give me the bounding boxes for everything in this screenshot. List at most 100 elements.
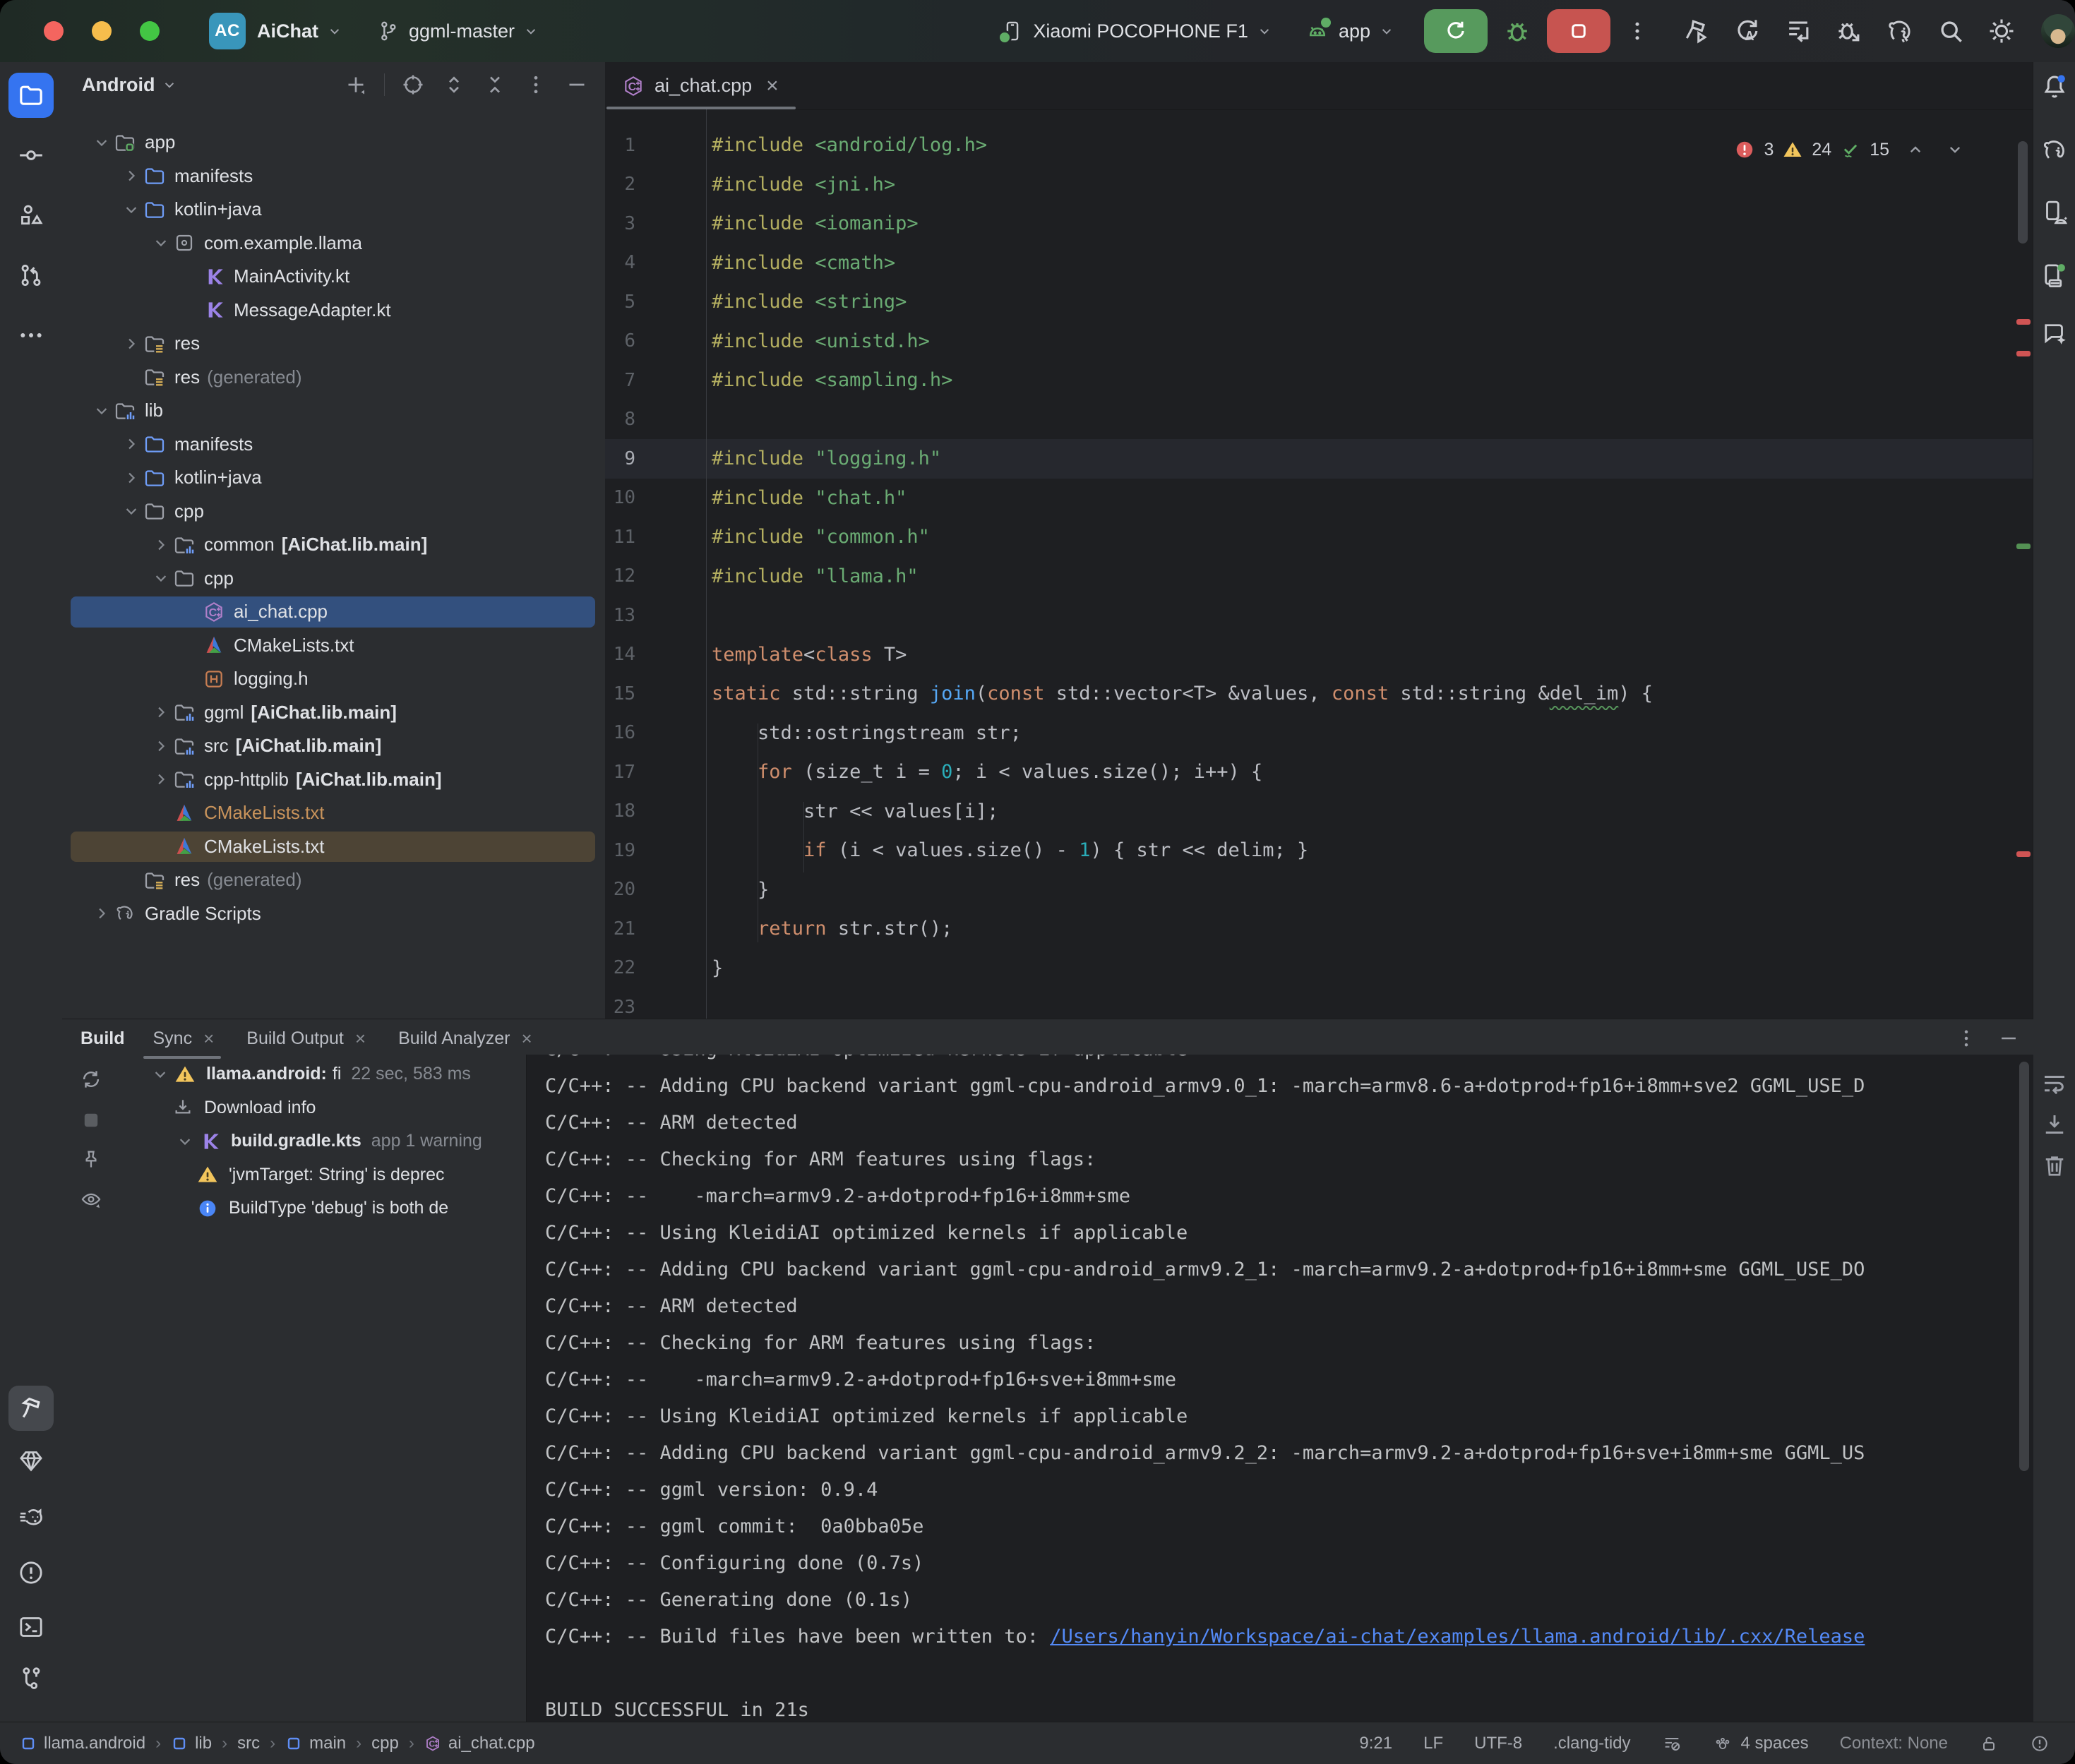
change-stripe-mark[interactable] [2016,544,2031,549]
code-editor[interactable]: 1#include <android/log.h>2#include <jni.… [605,109,2033,1019]
collapse-all-button[interactable] [482,72,508,97]
tree-item-src[interactable]: src[AiChat.lib.main] [62,729,605,763]
chevron-down-icon[interactable] [119,200,143,220]
sync-and-refactor-button[interactable]: A [1732,16,1763,47]
device-manager-button[interactable] [2040,198,2069,227]
minimize-window-button[interactable] [92,21,112,41]
breadcrumb-item[interactable]: src [237,1734,260,1753]
close-window-button[interactable] [44,21,64,41]
lock-icon[interactable] [1979,1734,1999,1753]
tree-item-res[interactable]: res(generated) [62,863,605,897]
tab-ai-chat-cpp[interactable]: C ai_chat.cpp × [605,62,797,109]
tree-item-manifests[interactable]: manifests [62,428,605,462]
notifications-button[interactable] [2040,72,2069,102]
chevron-down-icon[interactable] [172,1132,198,1151]
gradle-button[interactable] [2040,136,2069,165]
indent-widget[interactable]: 4 spaces [1713,1734,1809,1753]
chevron-down-icon[interactable] [160,76,179,94]
chevron-right-icon[interactable] [149,769,173,789]
code-line-20[interactable]: 20 } [605,870,2033,910]
chevron-right-icon[interactable] [119,166,143,186]
clang-tidy-config[interactable]: .clang-tidy [1553,1734,1630,1753]
inspections-widget[interactable]: 3 24 15 [1734,136,1966,164]
breadcrumb-item[interactable]: main [285,1734,346,1753]
chevron-right-icon[interactable] [149,535,173,555]
chevron-right-icon[interactable] [119,434,143,454]
tree-item-cpp-httplib[interactable]: cpp-httplib[AiChat.lib.main] [62,763,605,797]
tab-sync[interactable]: Sync × [153,1024,215,1054]
error-stripe-mark[interactable] [2016,319,2031,325]
tree-item-kotlin-java[interactable]: kotlin+java [62,461,605,495]
sidebar-item-problems[interactable] [8,1550,54,1595]
scroll-to-end-button[interactable] [2040,1110,2069,1140]
code-line-11[interactable]: 11#include "common.h" [605,517,2033,557]
breadcrumb-item[interactable]: C ai_chat.cpp [424,1734,535,1753]
close-tab-icon[interactable]: × [522,1028,532,1050]
build-project-button[interactable] [1681,16,1712,47]
expand-all-button[interactable] [441,72,467,97]
tab-build-analyzer[interactable]: Build Analyzer × [398,1024,532,1054]
pin-tab-icon[interactable] [79,1148,103,1172]
tree-item-cmakelists-txt[interactable]: CMakeLists.txt [62,796,605,830]
code-line-19[interactable]: 19 if (i < values.size() - 1) { str << d… [605,831,2033,870]
highlight-level-icon[interactable] [1662,1734,1682,1753]
running-devices-button[interactable] [2040,260,2069,289]
editor-scrollbar[interactable] [2018,141,2028,244]
stop-app-button[interactable] [1547,9,1610,53]
stop-build-icon[interactable] [79,1108,103,1132]
tree-item-manifests[interactable]: manifests [62,160,605,193]
chevron-right-icon[interactable] [149,736,173,756]
tree-item-cpp[interactable]: cpp [62,562,605,596]
build-tree-item[interactable]: build.gradle.ktsapp 1 warning [120,1124,526,1158]
tree-item-cpp[interactable]: cpp [62,495,605,529]
search-everywhere-button[interactable] [1935,16,1966,47]
breadcrumb-item[interactable]: cpp [371,1734,399,1753]
build-console[interactable]: C/C++: -- Using KleidiAI optimized kerne… [526,1055,2033,1722]
more-run-actions-button[interactable] [1625,18,1650,44]
tree-item-logging-h[interactable]: logging.h [62,662,605,696]
vcs-branch-widget[interactable]: ggml-master [376,19,540,43]
locate-file-button[interactable] [400,72,426,97]
code-line-4[interactable]: 4#include <cmath> [605,244,2033,283]
line-separator[interactable]: LF [1423,1734,1443,1753]
code-line-2[interactable]: 2#include <jni.h> [605,165,2033,205]
build-output-link[interactable]: /Users/hanyin/Workspace/ai-chat/examples… [1050,1626,1865,1648]
gradle-sync-button[interactable] [1884,16,1915,47]
sidebar-item-build[interactable] [8,1386,54,1431]
previous-issue-icon[interactable] [1905,139,1926,160]
code-line-18[interactable]: 18 str << values[i]; [605,792,2033,832]
code-line-15[interactable]: 15static std::string join(const std::vec… [605,674,2033,714]
close-tab-icon[interactable]: × [355,1028,366,1050]
console-scrollbar[interactable] [2019,1062,2029,1471]
breadcrumb-item[interactable]: llama.android [20,1734,145,1753]
code-line-23[interactable]: 23 [605,988,2033,1019]
code-line-13[interactable]: 13 [605,596,2033,635]
project-widget[interactable]: AC AiChat [209,13,344,49]
debug-app-button[interactable] [1502,16,1533,47]
tree-item-common[interactable]: common[AiChat.lib.main] [62,528,605,562]
chevron-down-icon[interactable] [90,133,114,152]
code-line-21[interactable]: 21 return str.str(); [605,909,2033,949]
sidebar-item-app-quality-insights[interactable] [8,1439,54,1484]
hide-project-panel-button[interactable] [564,72,590,97]
chevron-down-icon[interactable] [149,568,173,588]
resync-icon[interactable] [79,1067,103,1091]
run-configuration-selector[interactable]: app [1305,18,1396,44]
project-options-button[interactable] [523,72,549,97]
tree-item-res[interactable]: res [62,327,605,361]
tree-item-ggml[interactable]: ggml[AiChat.lib.main] [62,696,605,730]
code-line-9[interactable]: 9#include "logging.h" [605,439,2033,479]
build-tree-item[interactable]: BuildType 'debug' is both de [120,1192,526,1225]
project-view-selector[interactable]: Android [82,74,155,96]
build-variants-button[interactable] [1783,16,1814,47]
chevron-right-icon[interactable] [90,904,114,923]
code-line-10[interactable]: 10#include "chat.h" [605,479,2033,518]
gemini-chat-button[interactable] [2040,319,2069,349]
sidebar-item-pull-requests[interactable] [8,253,54,298]
soft-wrap-button[interactable] [2040,1069,2069,1099]
tree-item-cmakelists-txt[interactable]: CMakeLists.txt [62,830,605,864]
code-line-14[interactable]: 14template<class T> [605,635,2033,675]
avatar[interactable] [2041,14,2075,48]
settings-button[interactable] [1986,16,2017,47]
sidebar-item-profiler[interactable] [8,1495,54,1540]
